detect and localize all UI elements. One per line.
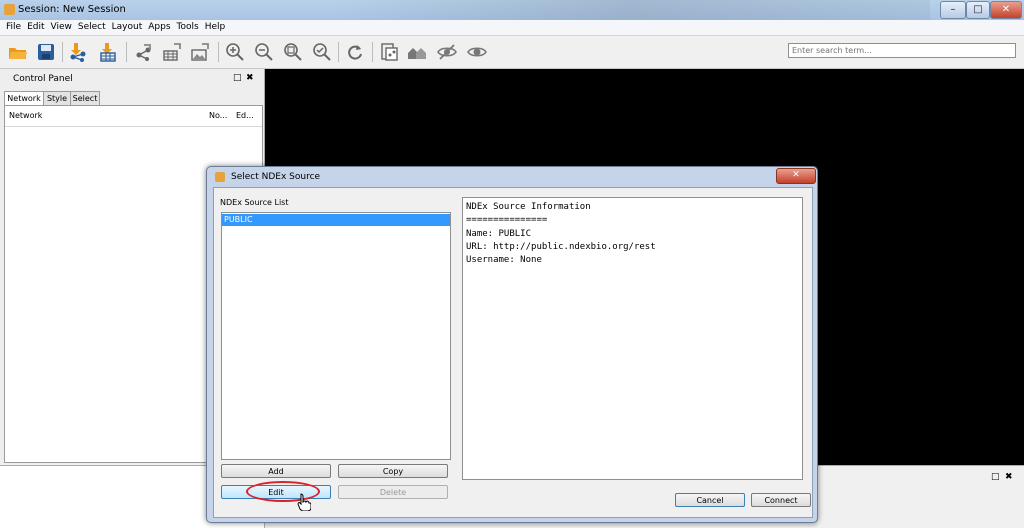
connect-button[interactable]: Connect	[751, 493, 811, 507]
copy-button[interactable]: Copy	[338, 464, 448, 478]
float-results-icon[interactable]: □	[991, 472, 1000, 482]
delete-button[interactable]: Delete	[338, 485, 448, 499]
source-info-text: NDEx Source Information =============== …	[462, 197, 803, 480]
window-title-bar: Session: New Session – □ ✕	[0, 0, 1024, 20]
close-window-button[interactable]: ✕	[990, 1, 1022, 19]
window-title: Session: New Session	[18, 4, 126, 15]
first-neighbors-icon[interactable]	[405, 40, 429, 64]
menu-edit[interactable]: Edit	[24, 20, 47, 35]
export-network-icon[interactable]	[132, 40, 156, 64]
column-header-network[interactable]: Network	[9, 106, 43, 127]
tab-select[interactable]: Select	[70, 91, 100, 105]
tab-style[interactable]: Style	[43, 91, 71, 105]
export-image-icon[interactable]	[188, 40, 212, 64]
float-panel-icon[interactable]: □	[233, 73, 242, 83]
source-list[interactable]: PUBLIC	[221, 212, 451, 460]
dialog-body: NDEx Source List PUBLIC Add Copy Edit De…	[213, 187, 813, 518]
source-list-item[interactable]: PUBLIC	[222, 214, 450, 226]
menu-file[interactable]: File	[3, 20, 24, 35]
menu-select[interactable]: Select	[75, 20, 109, 35]
toolbar-separator	[338, 42, 339, 62]
close-results-icon[interactable]: ✖	[1005, 472, 1013, 482]
add-button[interactable]: Add	[221, 464, 331, 478]
toolbar-separator	[62, 42, 63, 62]
cancel-button[interactable]: Cancel	[675, 493, 745, 507]
import-table-icon[interactable]	[96, 40, 120, 64]
toolbar-separator	[372, 42, 373, 62]
menu-layout[interactable]: Layout	[109, 20, 146, 35]
cytoscape-app-icon	[4, 4, 15, 15]
minimize-button[interactable]: –	[940, 1, 966, 19]
results-panel: □ ✖	[818, 465, 1024, 528]
refresh-icon[interactable]	[343, 40, 367, 64]
menu-apps[interactable]: Apps	[145, 20, 173, 35]
menu-view[interactable]: View	[48, 20, 75, 35]
import-network-icon[interactable]	[66, 40, 90, 64]
dialog-title: Select NDEx Source	[231, 172, 321, 182]
search-input[interactable]	[788, 43, 1016, 58]
background-taskbar-tabs	[330, 0, 930, 20]
tab-network[interactable]: Network	[4, 91, 44, 106]
zoom-fit-icon[interactable]	[281, 40, 305, 64]
zoom-selected-icon[interactable]	[310, 40, 334, 64]
control-panel-title: Control Panel	[13, 74, 73, 84]
show-all-icon[interactable]	[465, 40, 489, 64]
export-table-icon[interactable]	[160, 40, 184, 64]
toolbar-separator	[218, 42, 219, 62]
column-header-edges[interactable]: Ed...	[236, 106, 254, 127]
maximize-button[interactable]: □	[966, 1, 990, 19]
dialog-close-button[interactable]: ✕	[776, 168, 816, 184]
hide-selected-icon[interactable]	[435, 40, 459, 64]
table-header-divider	[5, 126, 262, 127]
menu-bar: File Edit View Select Layout Apps Tools Help	[0, 20, 1024, 36]
toolbar-separator	[126, 42, 127, 62]
menu-help[interactable]: Help	[202, 20, 229, 35]
menu-tools[interactable]: Tools	[174, 20, 202, 35]
select-ndex-source-dialog: Select NDEx Source ✕ NDEx Source List PU…	[206, 166, 818, 523]
save-session-icon[interactable]	[34, 40, 58, 64]
zoom-in-icon[interactable]	[223, 40, 247, 64]
column-header-nodes[interactable]: No...	[209, 106, 228, 127]
zoom-out-icon[interactable]	[252, 40, 276, 64]
source-list-label: NDEx Source List	[220, 198, 289, 207]
hand-cursor-icon	[297, 493, 312, 514]
open-session-icon[interactable]	[6, 40, 30, 64]
close-panel-icon[interactable]: ✖	[246, 73, 254, 83]
new-network-from-selection-icon[interactable]	[377, 40, 401, 64]
dialog-app-icon	[215, 172, 225, 182]
